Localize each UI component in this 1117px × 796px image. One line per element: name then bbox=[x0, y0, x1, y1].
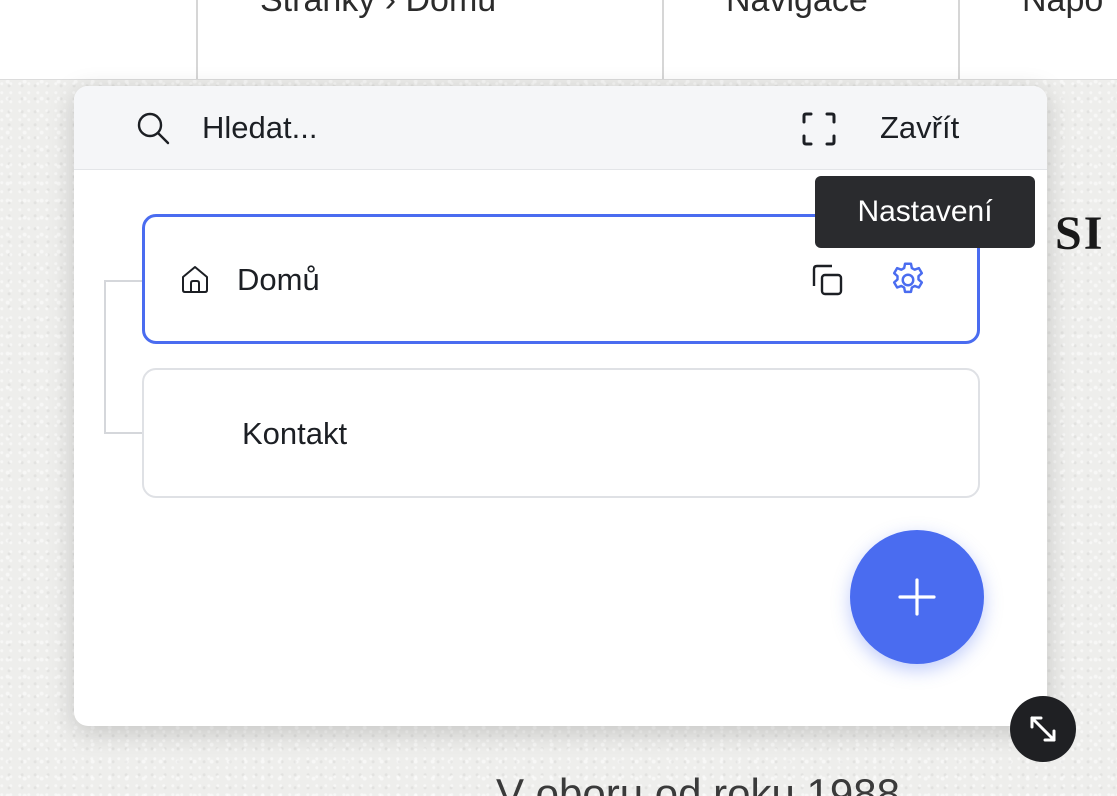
search-input[interactable] bbox=[202, 106, 762, 150]
top-navigation-bar: Stránky › Domů Navigace Napo bbox=[0, 0, 1117, 80]
gear-icon[interactable] bbox=[887, 259, 929, 301]
tab-label: Stránky › Domů bbox=[260, 0, 497, 19]
tab-help[interactable]: Napo bbox=[958, 0, 1117, 79]
page-heading: SI bbox=[1055, 207, 1105, 260]
tab-navigation[interactable]: Navigace bbox=[662, 0, 958, 79]
page-subtitle: V oboru od roku 1988 bbox=[496, 770, 900, 796]
page-item-label: Domů bbox=[237, 262, 320, 297]
duplicate-icon[interactable] bbox=[807, 260, 847, 300]
add-page-button[interactable] bbox=[850, 530, 984, 664]
close-button[interactable]: Zavřít bbox=[880, 106, 959, 150]
home-icon bbox=[182, 266, 208, 293]
page-navigator-panel: Zavřít Domů Kontakt Nastavení bbox=[74, 86, 1047, 726]
tree-connector bbox=[104, 432, 142, 434]
tab-label: Navigace bbox=[726, 0, 868, 19]
page-item-contact[interactable]: Kontakt bbox=[142, 368, 980, 498]
plus-icon bbox=[898, 578, 936, 616]
expand-icon[interactable] bbox=[801, 111, 837, 147]
tab-pages-breadcrumb[interactable]: Stránky › Domů bbox=[196, 0, 662, 79]
tree-connector bbox=[104, 280, 106, 434]
settings-tooltip: Nastavení bbox=[815, 176, 1035, 248]
tree-connector bbox=[104, 280, 142, 282]
search-icon bbox=[137, 112, 170, 145]
resize-handle[interactable] bbox=[1010, 696, 1076, 762]
navigator-header: Zavřít bbox=[74, 86, 1047, 170]
resize-arrows-icon bbox=[1030, 716, 1056, 742]
tab-label: Napo bbox=[1022, 0, 1104, 19]
page-item-label: Kontakt bbox=[242, 416, 348, 451]
